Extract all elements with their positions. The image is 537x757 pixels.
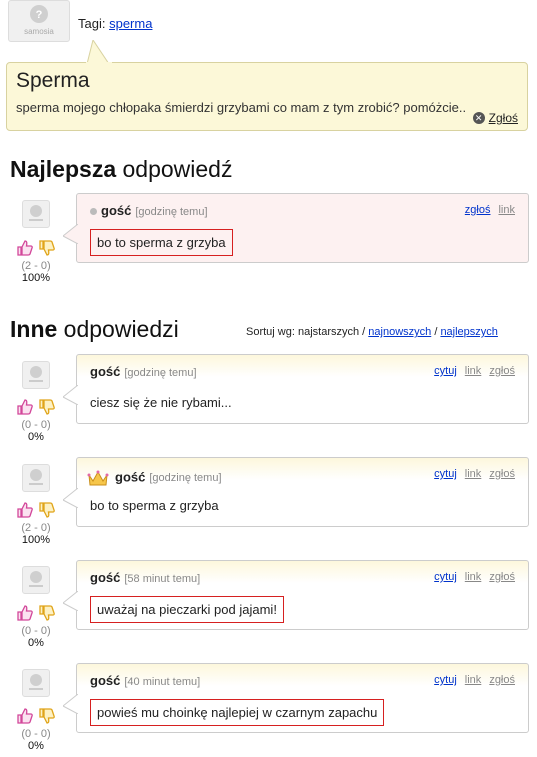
thumbs-down-icon[interactable] bbox=[38, 398, 56, 419]
answer-links: cytuj link zgłoś bbox=[434, 571, 515, 583]
status-dot-icon bbox=[90, 208, 97, 216]
tags-line: Tagi: sperma bbox=[78, 16, 152, 31]
question-body: sperma mojego chłopaka śmierdzi grzybami… bbox=[16, 100, 467, 115]
answer-author: gość [58 minut temu] bbox=[90, 570, 201, 585]
answer-card: gość [godzinę temu] cytuj link zgłoś bo t… bbox=[63, 457, 529, 527]
quote-link[interactable]: cytuj bbox=[434, 571, 457, 583]
tags-label: Tagi: bbox=[78, 16, 106, 31]
vote-count: (0 - 0) bbox=[21, 419, 51, 431]
report-button[interactable]: ✕ Zgłoś bbox=[472, 111, 518, 125]
best-answer-card: gość [godzinę temu] zgłoś link bo to sper… bbox=[63, 193, 529, 263]
avatar[interactable] bbox=[22, 361, 50, 389]
sort-best-link[interactable]: najlepszych bbox=[440, 326, 497, 338]
answer-links: zgłoś link bbox=[465, 204, 515, 216]
vote-block: (0 - 0) 0% bbox=[13, 707, 59, 752]
samosia-logo-icon bbox=[29, 571, 43, 587]
report-link[interactable]: zgłoś bbox=[489, 674, 515, 686]
vote-block: (0 - 0) 0% bbox=[13, 398, 59, 443]
vote-count: (0 - 0) bbox=[21, 625, 51, 637]
samosia-logo-icon bbox=[29, 366, 43, 382]
best-answer-heading: Najlepsza odpowiedź bbox=[10, 156, 233, 182]
speech-tail bbox=[63, 591, 78, 611]
vote-count: (0 - 0) bbox=[21, 728, 51, 740]
thumbs-down-icon[interactable] bbox=[38, 501, 56, 522]
sort-bar: Sortuj wg: najstarszych / najnowszych / … bbox=[246, 326, 498, 338]
vote-percent: 100% bbox=[21, 272, 51, 284]
question-avatar[interactable]: ? samosia bbox=[8, 0, 70, 42]
vote-block: (2 - 0) 100% bbox=[13, 239, 59, 284]
avatar[interactable] bbox=[22, 566, 50, 594]
vote-block: (0 - 0) 0% bbox=[13, 604, 59, 649]
thumbs-up-icon[interactable] bbox=[16, 604, 34, 625]
crown-icon bbox=[87, 470, 109, 486]
report-link[interactable]: zgłoś bbox=[465, 204, 491, 216]
report-link[interactable]: zgłoś bbox=[489, 571, 515, 583]
thumbs-down-icon[interactable] bbox=[38, 239, 56, 260]
answer-author: gość [godzinę temu] bbox=[90, 364, 197, 379]
other-answers-heading: Inne odpowiedzi bbox=[10, 316, 179, 342]
answer-author: gość [40 minut temu] bbox=[90, 673, 201, 688]
question-box: Sperma sperma mojego chłopaka śmierdzi g… bbox=[6, 40, 528, 131]
close-circle-icon: ✕ bbox=[472, 112, 485, 124]
permalink[interactable]: link bbox=[465, 571, 482, 583]
answer-text: ciesz się że nie rybami... bbox=[90, 395, 232, 410]
answer-author: gość [godzinę temu] bbox=[90, 203, 208, 218]
answer-card: gość [40 minut temu] cytuj link zgłoś pow… bbox=[63, 663, 529, 733]
vote-percent: 100% bbox=[21, 534, 51, 546]
quote-link[interactable]: cytuj bbox=[434, 365, 457, 377]
svg-text:samosia: samosia bbox=[24, 27, 54, 36]
speech-tail bbox=[63, 385, 78, 405]
speech-tail bbox=[63, 224, 78, 244]
tag-link[interactable]: sperma bbox=[109, 16, 152, 31]
quote-link[interactable]: cytuj bbox=[434, 468, 457, 480]
vote-count: (2 - 0) bbox=[21, 260, 51, 272]
samosia-logo-icon bbox=[29, 469, 43, 485]
vote-percent: 0% bbox=[28, 740, 44, 752]
answer-text: bo to sperma z grzyba bbox=[90, 229, 233, 256]
speech-tail bbox=[63, 694, 78, 714]
permalink[interactable]: link bbox=[465, 365, 482, 377]
answer-links: cytuj link zgłoś bbox=[434, 468, 515, 480]
answer-text: powieś mu choinkę najlepiej w czarnym za… bbox=[90, 699, 385, 726]
thumbs-up-icon[interactable] bbox=[16, 707, 34, 728]
svg-text:?: ? bbox=[36, 9, 43, 21]
samosia-logo-icon bbox=[29, 205, 43, 221]
answer-text: bo to sperma z grzyba bbox=[90, 498, 219, 513]
report-link[interactable]: zgłoś bbox=[489, 365, 515, 377]
permalink[interactable]: link bbox=[465, 468, 482, 480]
report-link[interactable]: zgłoś bbox=[489, 468, 515, 480]
avatar[interactable] bbox=[22, 464, 50, 492]
vote-percent: 0% bbox=[28, 431, 44, 443]
answer-author: gość [godzinę temu] bbox=[87, 469, 222, 487]
samosia-logo-icon: ? samosia bbox=[24, 5, 54, 36]
sort-newest-link[interactable]: najnowszych bbox=[368, 326, 431, 338]
thumbs-down-icon[interactable] bbox=[38, 707, 56, 728]
permalink[interactable]: link bbox=[498, 204, 515, 216]
answer-links: cytuj link zgłoś bbox=[434, 674, 515, 686]
answer-card: gość [58 minut temu] cytuj link zgłoś uwa… bbox=[63, 560, 529, 630]
vote-block: (2 - 0) 100% bbox=[13, 501, 59, 546]
answer-links: cytuj link zgłoś bbox=[434, 365, 515, 377]
report-label: Zgłoś bbox=[488, 111, 518, 125]
thumbs-up-icon[interactable] bbox=[16, 239, 34, 260]
samosia-logo-icon bbox=[29, 674, 43, 690]
thumbs-up-icon[interactable] bbox=[16, 501, 34, 522]
thumbs-up-icon[interactable] bbox=[16, 398, 34, 419]
quote-link[interactable]: cytuj bbox=[434, 674, 457, 686]
answer-text: uważaj na pieczarki pod jajami! bbox=[90, 596, 284, 623]
vote-count: (2 - 0) bbox=[21, 522, 51, 534]
avatar[interactable] bbox=[22, 200, 50, 228]
speech-tail bbox=[63, 488, 78, 508]
speech-tail bbox=[86, 40, 112, 64]
avatar[interactable] bbox=[22, 669, 50, 697]
answer-card: gość [godzinę temu] cytuj link zgłoś cies… bbox=[63, 354, 529, 424]
question-title: Sperma bbox=[16, 69, 90, 92]
thumbs-down-icon[interactable] bbox=[38, 604, 56, 625]
permalink[interactable]: link bbox=[465, 674, 482, 686]
vote-percent: 0% bbox=[28, 637, 44, 649]
